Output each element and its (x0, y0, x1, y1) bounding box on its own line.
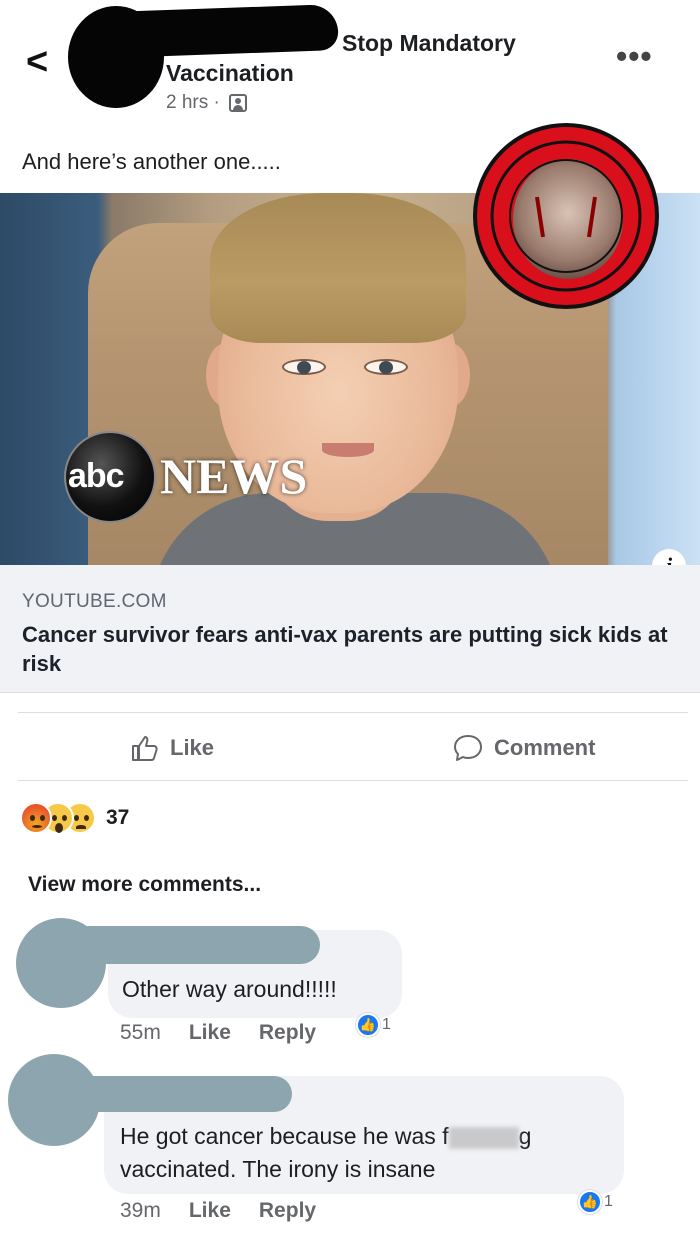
more-options-icon[interactable]: ••• (616, 40, 653, 72)
comment-reply-button[interactable]: Reply (259, 1199, 316, 1223)
comment-text-part: vaccinated. The irony is insane (120, 1156, 436, 1182)
comment-like-number: 1 (604, 1193, 613, 1210)
redacted-commenter-name (60, 1076, 292, 1112)
group-name-line1[interactable]: Stop Mandatory (342, 30, 516, 57)
comment-like-button[interactable]: Like (189, 1199, 231, 1223)
thumbs-up-icon (132, 736, 158, 761)
post-timestamp[interactable]: 2 hrs · (166, 92, 248, 114)
link-domain: YOUTUBE.COM (22, 591, 167, 612)
like-badge-icon: 👍 (356, 1013, 380, 1037)
comment-like-button[interactable]: Like (189, 1021, 231, 1045)
comment-time[interactable]: 39m (120, 1199, 161, 1223)
like-label: Like (170, 735, 215, 760)
reaction-count: 37 (106, 806, 130, 829)
comment-meta: 55m Like Reply (120, 1021, 316, 1045)
view-more-comments-link[interactable]: View more comments... (28, 873, 261, 897)
boy-eye-right (364, 359, 408, 375)
comment-meta: 39m Like Reply (120, 1199, 316, 1223)
comment-button[interactable]: Comment (452, 728, 595, 768)
comment-like-count[interactable]: 👍 1 (356, 1013, 391, 1037)
comment-reply-button[interactable]: Reply (259, 1021, 316, 1045)
boy-mouth (322, 443, 374, 457)
comment-bubble-icon (454, 735, 482, 761)
like-button[interactable]: Like (130, 728, 214, 768)
comment-text: He got cancer because he was f g vaccinat… (120, 1120, 620, 1186)
badge-ring (490, 140, 642, 292)
comment-text-part: g (518, 1123, 532, 1149)
back-arrow-icon[interactable]: < (26, 43, 58, 84)
post-time-text: 2 hrs · (166, 92, 220, 113)
redacted-commenter-name (70, 926, 320, 964)
reactions-summary[interactable]: 37 (20, 800, 129, 836)
watermark-badge-icon (473, 123, 659, 309)
boy-eye-left (282, 359, 326, 375)
comment-time[interactable]: 55m (120, 1021, 161, 1045)
group-name-line2[interactable]: Vaccination (166, 60, 294, 87)
like-badge-icon: 👍 (578, 1190, 602, 1214)
divider (18, 780, 688, 781)
comment-like-count[interactable]: 👍 1 (578, 1190, 613, 1214)
divider (18, 712, 688, 713)
comment-like-number: 1 (382, 1016, 391, 1033)
boy-hair (210, 193, 466, 343)
redacted-author-name (109, 4, 339, 58)
comment-text: Other way around!!!!! (122, 976, 337, 1002)
blurred-word (448, 1126, 519, 1149)
comment-label: Comment (494, 735, 596, 760)
angry-icon (20, 802, 52, 834)
news-logo-text: NEWS (160, 448, 308, 504)
link-title[interactable]: Cancer survivor fears anti-vax parents a… (22, 620, 682, 678)
group-privacy-icon (229, 93, 248, 112)
post-body-text: And here’s another one..... (22, 149, 281, 174)
comment-text-part: He got cancer because he was f (120, 1123, 449, 1149)
abc-logo-text: abc (68, 457, 125, 495)
